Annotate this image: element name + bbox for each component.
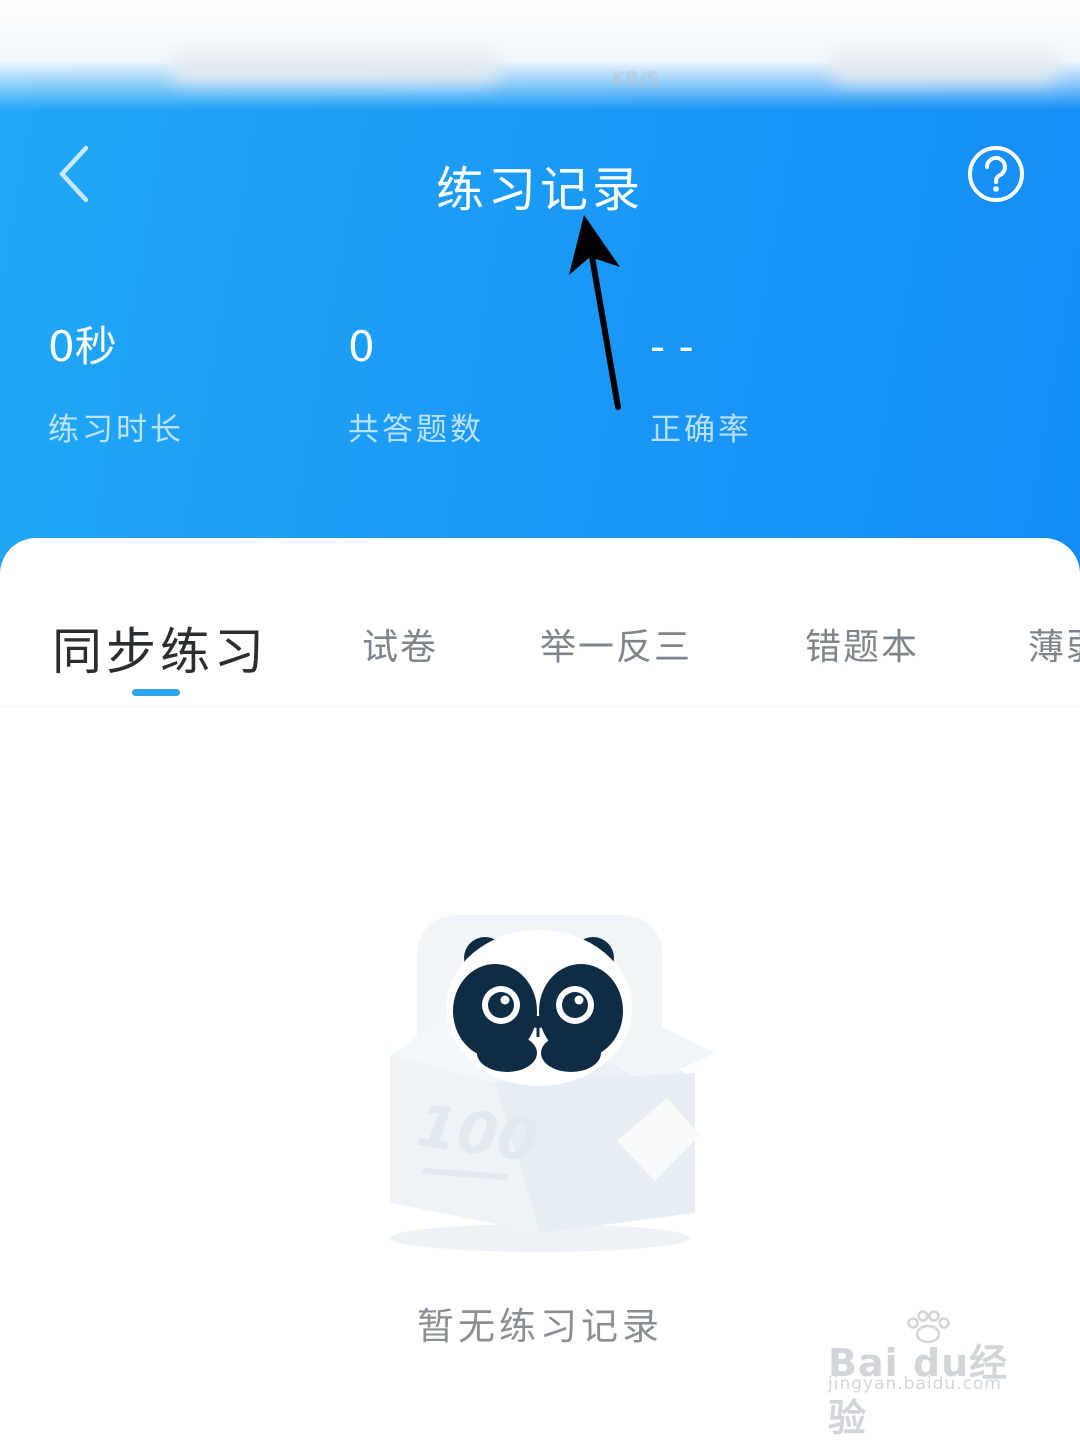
stat-value: - - (650, 322, 694, 371)
network-speed: KB/S (612, 68, 660, 90)
tab-weak-points[interactable]: 薄弱 (1028, 618, 1080, 670)
annotation-arrow-icon (569, 215, 621, 410)
tab-analogies[interactable]: 举一反三 (540, 618, 692, 670)
tab-bar: 同步练习 试卷 举一反三 错题本 薄弱 (0, 538, 1080, 707)
records-card: 同步练习 试卷 举一反三 错题本 薄弱 100 暂无练习记录 (0, 538, 1080, 1440)
tab-mistake-book[interactable]: 错题本 (805, 618, 919, 670)
stat-accuracy: - - 正确率 (650, 322, 752, 449)
stat-label: 练习时长 (48, 412, 184, 448)
status-blur-left (170, 52, 500, 82)
page-title: 练习记录 (435, 162, 644, 218)
status-blur-right (830, 52, 1060, 82)
stat-total-answered: 0 共答题数 (348, 322, 484, 449)
stat-label: 共答题数 (348, 412, 484, 448)
stat-practice-duration: 0秒 练习时长 (48, 322, 184, 449)
tab-exam-papers[interactable]: 试卷 (362, 618, 438, 670)
header: KB/S 练习记录 0秒 练习时长 0 共答题数 - - 正确率 (0, 0, 1080, 590)
tab-sync-practice[interactable]: 同步练习 (52, 612, 268, 684)
watermark-url: jingyan.baidu.com (828, 1374, 1002, 1394)
help-circle-icon[interactable] (966, 144, 1026, 204)
status-bar: KB/S (0, 0, 1080, 110)
baidu-jingyan-watermark: Bai du经验 jingyan.baidu.com (828, 1310, 1028, 1440)
stat-label: 正确率 (650, 412, 752, 448)
stat-value: 0 (348, 322, 375, 371)
panda-box-icon: 100 (390, 915, 715, 1252)
stat-value: 0秒 (48, 322, 117, 371)
tab-indicator (132, 689, 180, 696)
